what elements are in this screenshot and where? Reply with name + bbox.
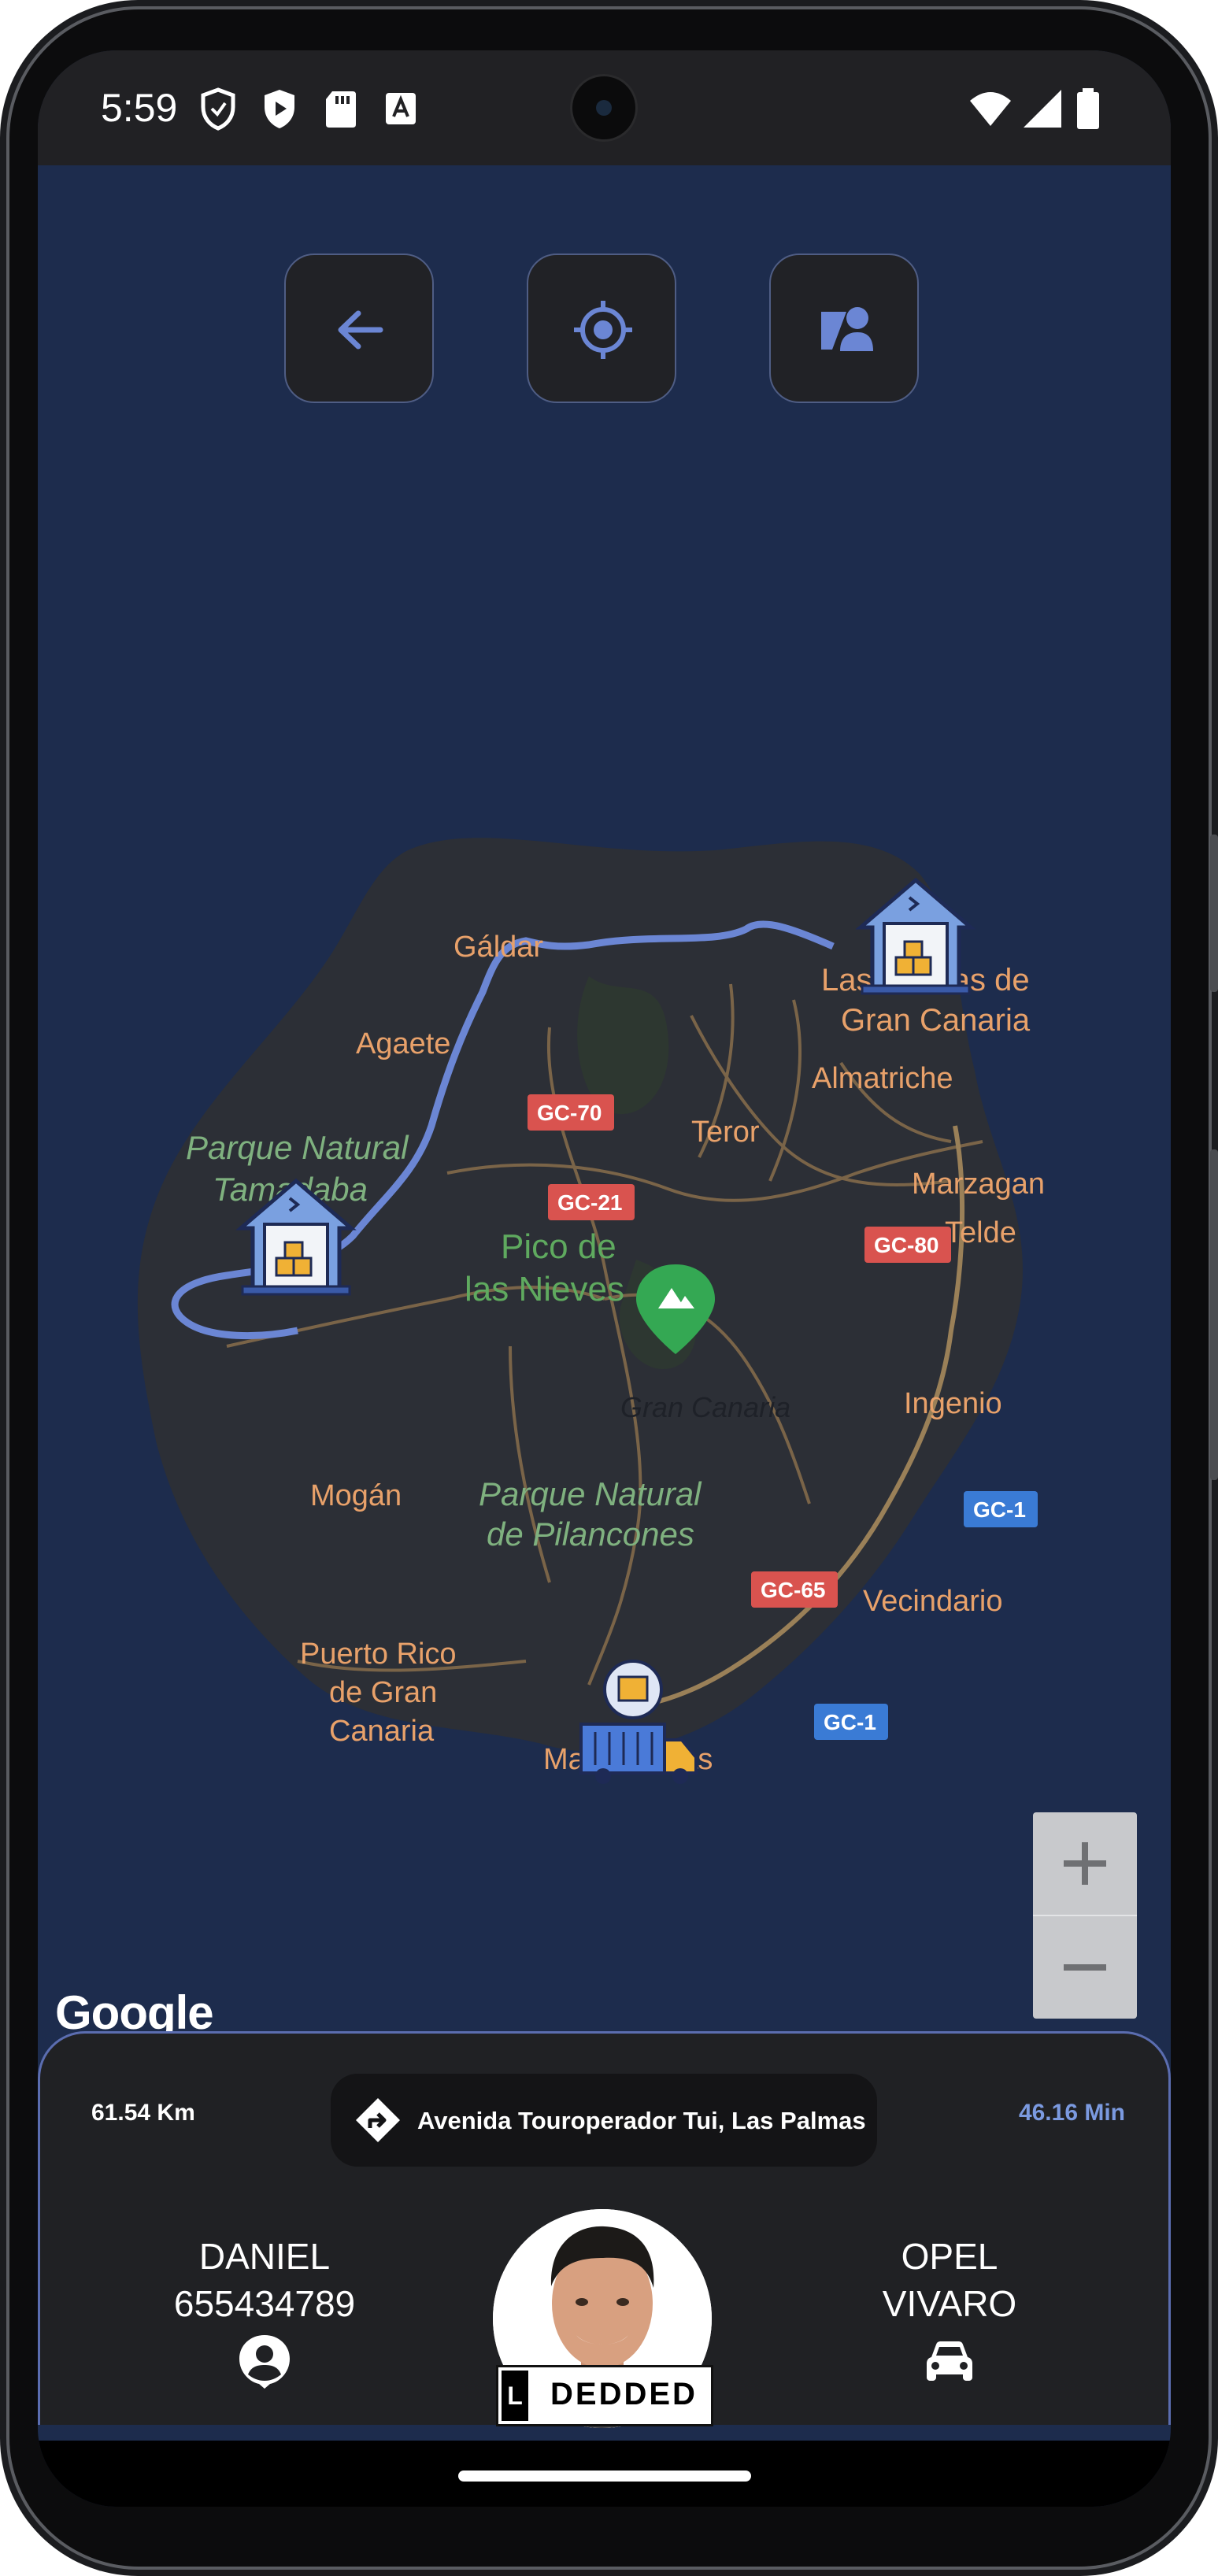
- front-camera: [570, 74, 638, 142]
- account-pin-icon[interactable]: [237, 2334, 292, 2389]
- vehicle-info: OPEL VIVARO: [824, 2233, 1075, 2389]
- home-gesture-handle[interactable]: [458, 2471, 751, 2482]
- park-label: Parque Natural: [186, 1129, 409, 1166]
- directions-icon: [356, 2098, 400, 2142]
- road-badge: GC-80: [874, 1233, 938, 1257]
- road-badge: GC-1: [973, 1497, 1026, 1522]
- park-label: de Pilancones: [487, 1516, 694, 1553]
- driver-phone[interactable]: 655434789: [139, 2280, 391, 2327]
- plus-icon: [1064, 1842, 1106, 1885]
- profile-shapes-icon: [821, 307, 873, 351]
- map-label: Mogán: [310, 1479, 402, 1512]
- sd-card-icon: [326, 91, 356, 128]
- keyboard-a-icon: [386, 93, 416, 124]
- profile-button[interactable]: [769, 254, 919, 403]
- volume-button: [1210, 835, 1218, 992]
- trip-distance: 61.54 Km: [91, 2100, 195, 2126]
- map-label: Teror: [691, 1116, 760, 1149]
- map-label: Almatriche: [812, 1062, 953, 1095]
- shield-outline-icon: [201, 87, 235, 131]
- zoom-in-button[interactable]: [1033, 1812, 1137, 1915]
- driver-name: DANIEL: [198, 2236, 331, 2277]
- map-view[interactable]: Gáldar Agaete Las Palmas de Gran Canaria…: [38, 165, 1171, 2149]
- map-label: Ingenio: [904, 1387, 1002, 1420]
- map-label: Gran Canaria: [841, 1003, 1031, 1038]
- my-location-icon: [574, 301, 632, 359]
- destination-pill[interactable]: Avenida Touroperador Tui, Las Palmas: [331, 2074, 877, 2167]
- status-time: 5:59: [101, 86, 178, 130]
- vehicle-make: OPEL: [901, 2236, 998, 2277]
- map-label: de Gran: [329, 1676, 437, 1709]
- trip-duration: 46.16 Min: [1018, 2100, 1125, 2126]
- shield-play-icon: [265, 90, 294, 128]
- my-location-button[interactable]: [527, 254, 676, 403]
- map-label: Marzagan: [912, 1168, 1045, 1201]
- car-icon[interactable]: [922, 2334, 977, 2389]
- driver-info: DANIEL 655434789: [139, 2233, 391, 2389]
- status-bar: 5:59: [38, 50, 1171, 165]
- license-plate: L DEDDED: [496, 2365, 713, 2426]
- vehicle-model: VIVARO: [882, 2283, 1017, 2324]
- zoom-controls: [1033, 1812, 1137, 2019]
- wifi-icon: [970, 92, 1011, 126]
- map-label: Canaria: [329, 1715, 435, 1748]
- plate-prefix: L: [502, 2371, 528, 2421]
- arrow-back-icon: [338, 310, 383, 350]
- road-badge: GC-1: [824, 1710, 876, 1734]
- phone-frame: 5:59 Gáldar Agaete Las de Gran Canaria A…: [0, 0, 1218, 2576]
- cell-signal-icon: [1024, 90, 1061, 128]
- map-label: Vecindario: [863, 1585, 1002, 1618]
- screen: 5:59 Gáldar Agaete Las de Gran Canaria A…: [38, 50, 1171, 2507]
- battery-icon: [1077, 88, 1099, 129]
- zoom-out-button[interactable]: [1033, 1916, 1137, 2019]
- park-label: Parque Natural: [479, 1475, 702, 1512]
- destination-address: Avenida Touroperador Tui, Las Palmas: [417, 2107, 866, 2134]
- map-canvas: Gáldar Agaete Las Palmas de Gran Canaria…: [137, 838, 1045, 1784]
- map-label: Telde: [945, 1216, 1016, 1249]
- map-label: Gáldar: [454, 931, 543, 964]
- road-badge: GC-70: [537, 1101, 602, 1125]
- road-badge: GC-21: [557, 1190, 622, 1215]
- peak-label: las Nieves: [465, 1270, 624, 1308]
- peak-label: Pico de: [501, 1227, 616, 1266]
- minus-icon: [1064, 1964, 1106, 1971]
- back-button[interactable]: [284, 254, 434, 403]
- island-label: Gran Canaria: [620, 1391, 790, 1423]
- map-label: Agaete: [356, 1027, 450, 1060]
- plate-number: DEDDED: [550, 2377, 698, 2411]
- map-label: Puerto Rico: [300, 1638, 457, 1671]
- road-badge: GC-65: [761, 1578, 825, 1602]
- power-button: [1210, 1149, 1218, 1480]
